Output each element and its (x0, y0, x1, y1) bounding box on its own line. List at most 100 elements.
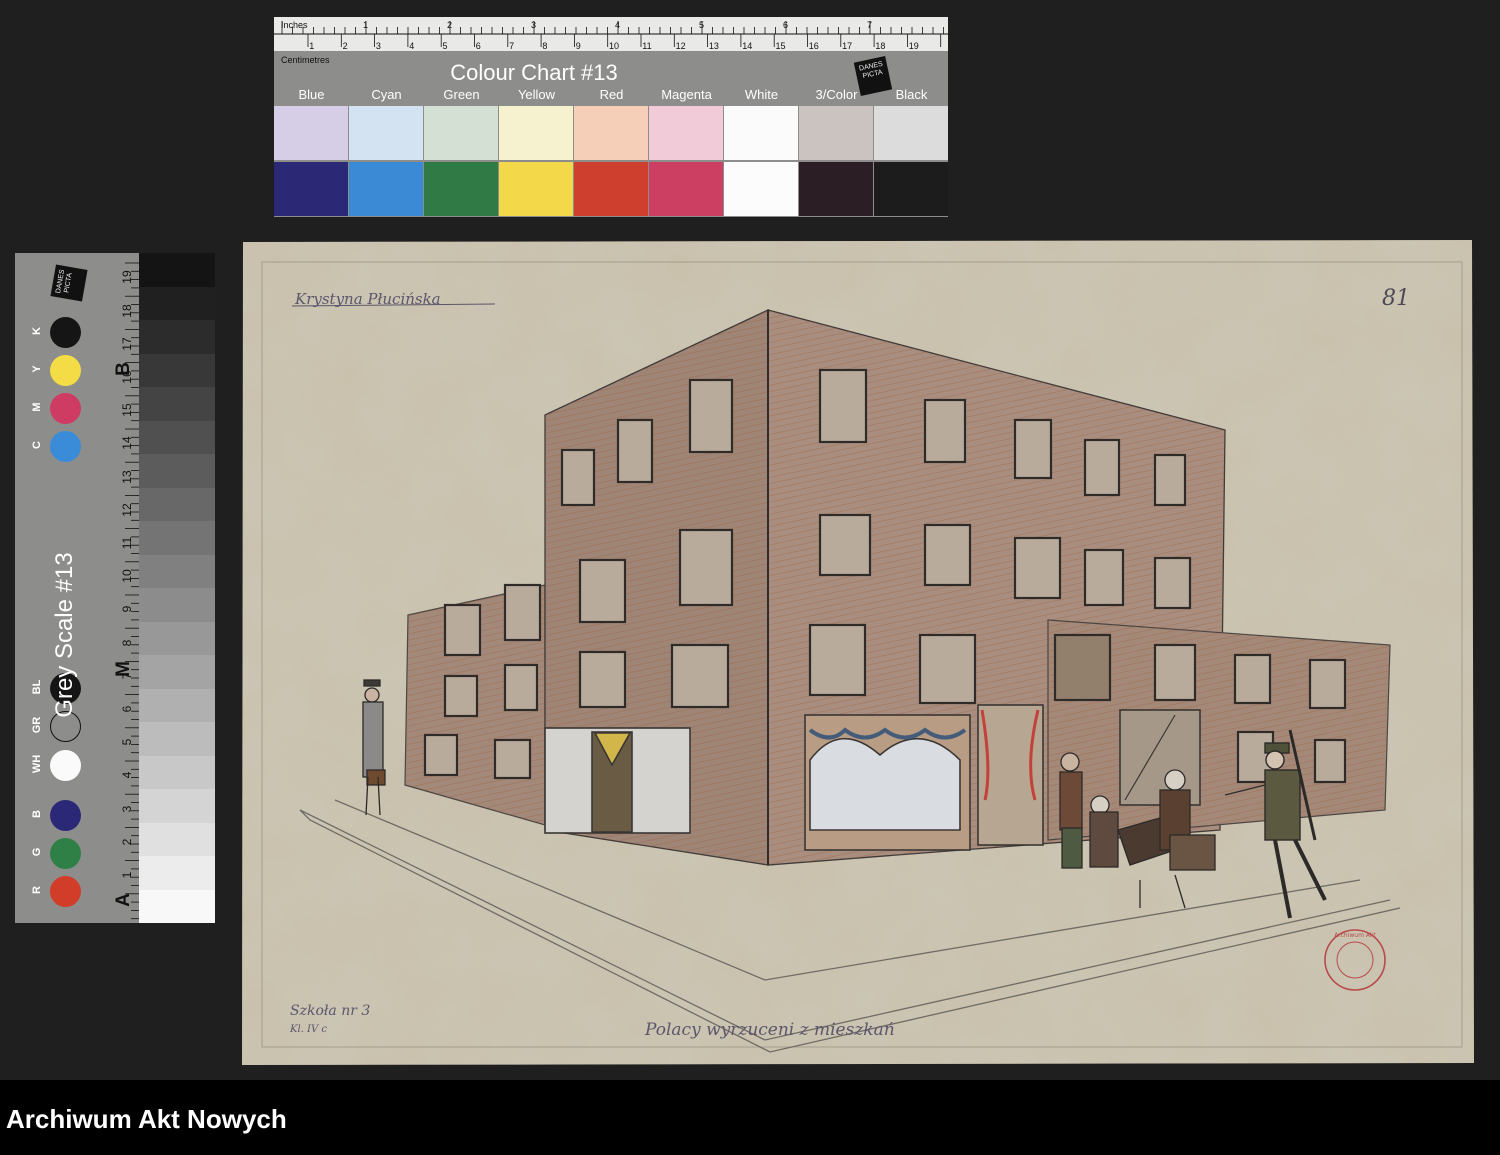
swatch-label-cyan: Cyan (371, 87, 402, 102)
ruler-number-cm: 12 (676, 41, 686, 51)
school-line-1: Szkoła nr 3 (290, 1003, 370, 1019)
ruler-number-cm: 13 (709, 41, 719, 51)
grey-scale-number: 13 (120, 469, 134, 484)
grey-step (139, 387, 215, 421)
grey-step (139, 688, 215, 723)
ruler-number-cm: 16 (809, 41, 819, 51)
child-drawing: Krystyna Płucińska 81 Szkoła nr 3 Kl. IV… (240, 240, 1475, 1065)
grey-scale-dot-label: G (31, 847, 43, 857)
grey-scale-number: 10 (120, 569, 134, 583)
swatch-label-3color: 3/Color (815, 87, 858, 102)
swatch-label-red: Red (599, 87, 624, 102)
drawing-caption: Polacy wyrzuceni z mieszkań (644, 1020, 895, 1040)
swatch-label-blue: Blue (298, 87, 325, 102)
grey-scale-dot-label: WH (31, 754, 43, 774)
ruler-number-cm: 17 (842, 41, 852, 51)
ruler-number-inch: 2 (447, 20, 452, 30)
grey-step (139, 655, 215, 689)
grey-scale-dot-g (50, 838, 81, 869)
grey-scale-dot-b (50, 800, 81, 831)
ruler-number-cm: 10 (609, 41, 619, 51)
swatch-label-green: Green (443, 87, 480, 102)
grey-scale-number: 12 (120, 503, 134, 517)
swatch-labels: Blue Cyan Green Yellow Red Magenta White 3/Colo… (274, 87, 948, 105)
swatch-dark-0 (274, 162, 348, 216)
grey-scale-chart: DANES PICTA K Y M C BL GR WH B G R Grey Scale #13… (15, 253, 215, 923)
grey-step (139, 889, 215, 923)
grey-step (139, 353, 215, 388)
swatch-dark-7 (799, 162, 873, 216)
grey-scale-dot-label: BL (31, 679, 43, 695)
ruler-number-inch: 1 (363, 20, 368, 30)
grey-scale-number: 18 (120, 303, 134, 318)
grey-scale-number: 2 (120, 838, 134, 846)
grey-scale-letter-b: B (113, 362, 134, 376)
grey-scale-letter-a: A (113, 893, 134, 907)
ruler-number-cm: 14 (742, 41, 752, 51)
ruler-number-cm: 9 (576, 41, 581, 51)
ruler-number-cm: 4 (409, 41, 414, 51)
swatch-light-4 (574, 106, 648, 160)
swatch-light-6 (724, 106, 798, 160)
grey-step (139, 454, 215, 488)
ruler-number-cm: 3 (376, 41, 381, 51)
grey-scale-number: 9 (120, 606, 134, 613)
swatch-label-black: Black (895, 87, 928, 102)
grey-step (139, 253, 215, 287)
grey-step (139, 320, 215, 354)
grey-scale-dot-wh (50, 750, 81, 781)
grey-scale-title: Grey Scale #13 (51, 552, 78, 718)
grey-step (139, 588, 215, 622)
ruler-number-cm: 19 (909, 41, 919, 51)
grey-scale-number: 5 (120, 738, 134, 746)
ruler-number-cm: 1 (309, 41, 314, 51)
grey-step (139, 722, 215, 756)
footer-bar: Archiwum Akt Nowych (0, 1080, 1500, 1155)
grey-scale-number: 3 (120, 805, 134, 812)
grey-step (139, 487, 215, 522)
swatch-dark-8 (874, 162, 948, 216)
swatch-light-5 (649, 106, 723, 160)
ruler-number-inch: 6 (783, 20, 788, 30)
grey-scale-dot-label: C (31, 441, 43, 449)
grey-scale-dot-label: GR (31, 716, 43, 734)
grey-step (139, 420, 215, 455)
swatch-dark-5 (649, 162, 723, 216)
grey-step (139, 521, 215, 555)
swatch-dark-4 (574, 162, 648, 216)
colour-chart-title: Colour Chart #13 (450, 60, 618, 85)
ruler-number-cm: 6 (476, 41, 481, 51)
swatch-label-magenta: Magenta (661, 87, 712, 102)
school-line-2: Kl. IV c (289, 1024, 327, 1035)
swatches (274, 106, 948, 217)
grey-step (139, 822, 215, 857)
grey-step (139, 621, 215, 656)
grey-scale-number: 14 (120, 436, 134, 451)
ruler-number-cm: 11 (642, 41, 651, 51)
ruler-number-cm: 8 (542, 41, 547, 51)
scan-stage: 1234567812345678910111213141516171819 In… (0, 0, 1500, 1080)
ruler-number-cm: 5 (443, 41, 448, 51)
ruler-number-inch: 3 (531, 20, 536, 30)
swatch-label-yellow: Yellow (517, 87, 556, 102)
grey-scale-dot-label: K (31, 327, 43, 335)
ruler-number-inch: 5 (699, 20, 704, 30)
swatch-light-3 (499, 106, 573, 160)
grey-step (139, 856, 215, 890)
drawing-canvas: Krystyna Płucińska 81 Szkoła nr 3 Kl. IV… (242, 240, 1474, 1065)
ruler-inches-label: Inches (281, 20, 308, 30)
grey-scale-number: 8 (120, 639, 134, 646)
swatch-light-8 (874, 106, 948, 160)
swatch-label-white: White (744, 87, 779, 102)
grey-step (139, 554, 215, 589)
grey-scale-number: 1 (120, 871, 134, 879)
grey-scale-dot-y (50, 355, 81, 386)
ruler-number-inch: 4 (615, 20, 620, 30)
grey-step (139, 755, 215, 790)
grey-scale-number: 19 (120, 270, 134, 285)
grey-scale-number: 4 (120, 772, 134, 779)
ruler-number-cm: 15 (776, 41, 786, 51)
ruler-number-cm: 18 (875, 41, 885, 51)
grey-scale-number: 6 (120, 705, 134, 713)
grey-scale-logo: DANES PICTA (50, 264, 88, 302)
